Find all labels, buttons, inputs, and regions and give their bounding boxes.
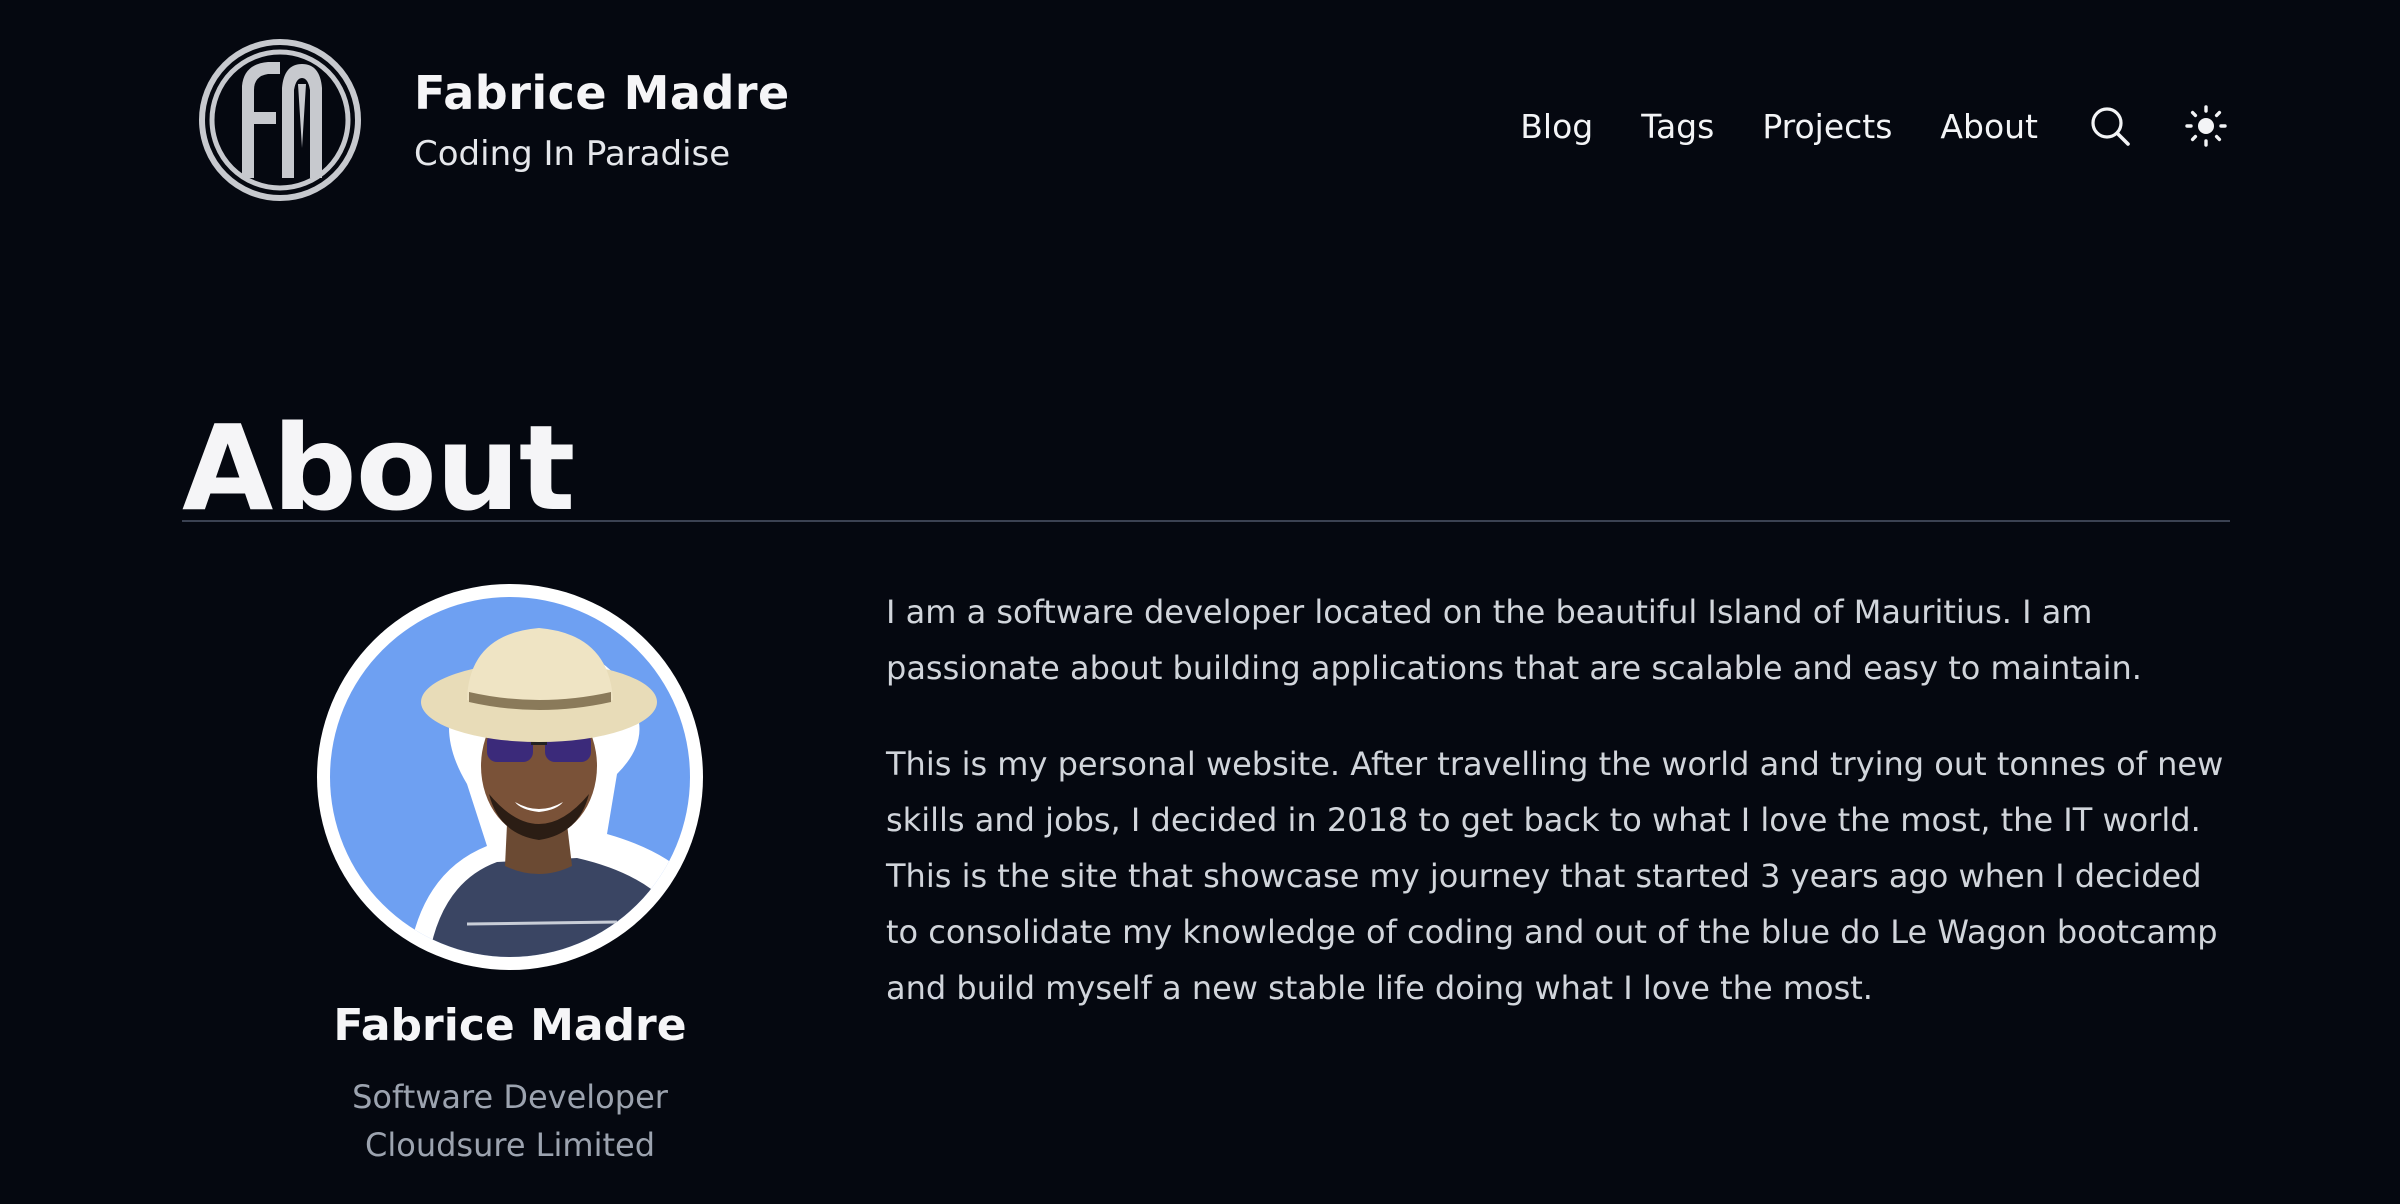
- home-link[interactable]: Fabrice Madre Coding In Paradise: [198, 36, 789, 204]
- search-icon: [2091, 107, 2130, 146]
- profile-company: Cloudsure Limited: [365, 1126, 655, 1164]
- theme-toggle-button[interactable]: [2182, 102, 2230, 150]
- bio-paragraph: I am a software developer located on the…: [886, 593, 2142, 687]
- avatar: [317, 584, 703, 970]
- sun-icon: [2185, 105, 2227, 147]
- search-button[interactable]: [2086, 102, 2134, 150]
- nav-tags[interactable]: Tags: [1641, 107, 1714, 146]
- page-title: About: [182, 399, 575, 538]
- bio-paragraph: This is my personal website. After trave…: [886, 745, 2224, 1007]
- nav-projects[interactable]: Projects: [1762, 107, 1892, 146]
- profile-name: Fabrice Madre: [333, 1000, 687, 1051]
- bio-content: I am a software developer located on the…: [886, 584, 2230, 1056]
- profile-role: Software Developer: [352, 1078, 668, 1116]
- site-subtitle: Coding In Paradise: [414, 134, 731, 174]
- fm-monogram-logo-icon: [199, 39, 361, 201]
- site-header: Fabrice Madre Coding In Paradise Blog Ta…: [182, 36, 2230, 204]
- about-page: Fabrice Madre Coding In Paradise Blog Ta…: [0, 0, 2400, 1204]
- site-title: Fabrice Madre: [414, 66, 790, 120]
- title-divider: [182, 520, 2230, 522]
- author-profile: Fabrice Madre Software Developer Cloudsu…: [182, 584, 838, 1169]
- nav-blog[interactable]: Blog: [1520, 107, 1593, 146]
- main-nav: Blog Tags Projects About: [1472, 96, 2230, 156]
- nav-about[interactable]: About: [1940, 107, 2038, 146]
